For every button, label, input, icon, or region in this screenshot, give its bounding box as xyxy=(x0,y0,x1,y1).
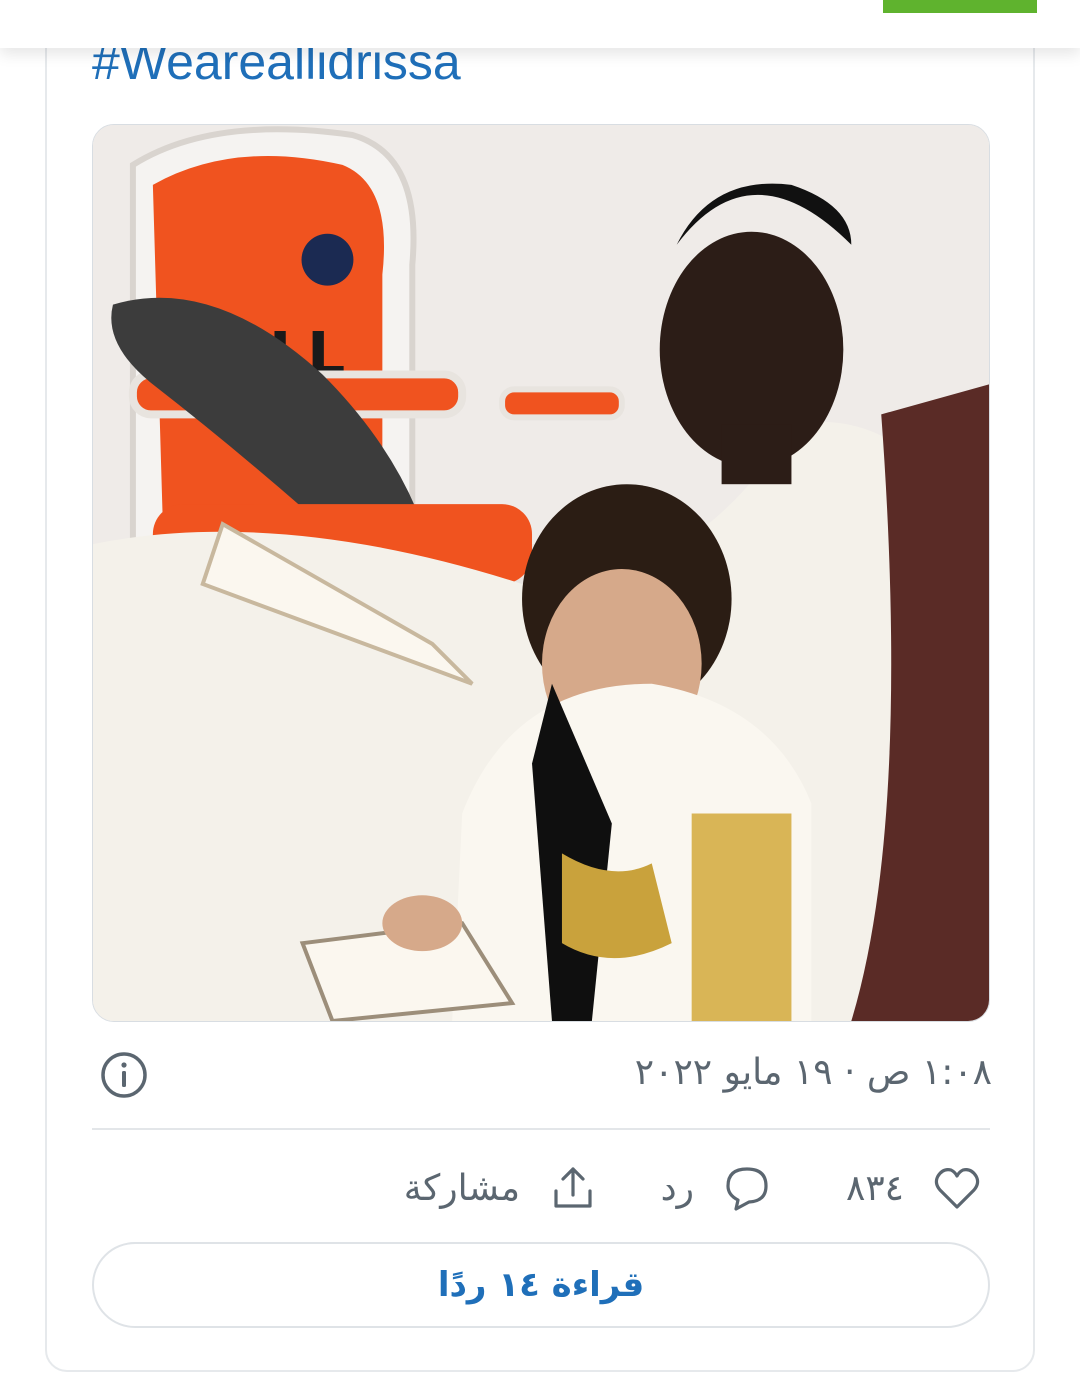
info-icon[interactable] xyxy=(99,1050,149,1100)
reply-button[interactable]: رد xyxy=(661,1158,772,1218)
share-label: مشاركة xyxy=(403,1167,520,1209)
like-count: ٨٣٤ xyxy=(845,1167,904,1209)
speech-bubble-icon xyxy=(726,1167,768,1211)
tweet-timestamp: ١:٠٨ ص · ١٩ مايو ٢٠٢٢ xyxy=(634,1052,992,1093)
reply-label: رد xyxy=(660,1167,694,1209)
tweet-photo[interactable]: ALL LIMITLESS xyxy=(92,124,990,1022)
divider xyxy=(92,1128,990,1130)
like-button[interactable]: ٨٣٤ xyxy=(846,1158,982,1218)
read-replies-button[interactable]: قراءة ١٤ ردًا xyxy=(92,1242,990,1328)
heart-icon xyxy=(934,1168,980,1209)
photo-illustration: ALL LIMITLESS xyxy=(93,125,989,1021)
share-button[interactable]: مشاركة xyxy=(404,1158,598,1218)
share-upload-icon xyxy=(554,1167,592,1208)
top-green-button[interactable] xyxy=(883,0,1037,13)
